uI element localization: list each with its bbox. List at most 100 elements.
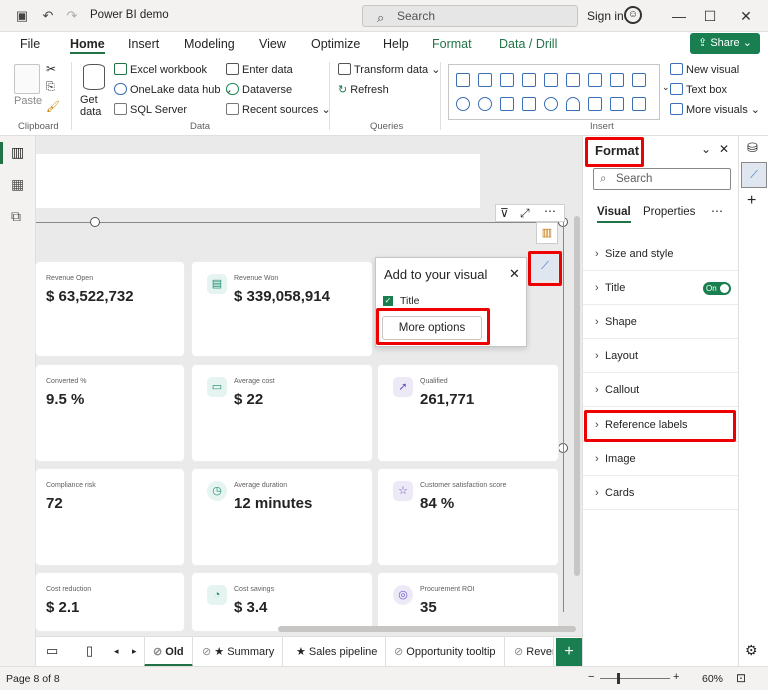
gallery-expand-icon[interactable]: ⌄: [662, 82, 670, 93]
redo-icon[interactable]: ↷: [64, 8, 80, 24]
sign-in-link[interactable]: Sign in: [587, 9, 624, 23]
refresh-button[interactable]: ↻ Refresh: [338, 83, 389, 97]
data-pane-icon[interactable]: ⛁: [747, 140, 758, 156]
section-title[interactable]: › Title On: [583, 271, 739, 305]
tab-visual[interactable]: Visual: [597, 206, 631, 223]
text-box-button[interactable]: Text box: [670, 83, 727, 97]
build-visual-icon[interactable]: ▥: [536, 222, 558, 244]
title-checkbox[interactable]: ✓: [383, 296, 393, 306]
collapse-icon[interactable]: ⌄: [701, 142, 711, 156]
kpi-card[interactable]: ➚ Qualified 261,771: [378, 365, 558, 461]
stacked-100-icon[interactable]: [544, 73, 558, 87]
focus-mode-icon[interactable]: ⤢: [520, 206, 530, 221]
column-chart-icon[interactable]: [478, 73, 492, 87]
section-image[interactable]: › Image: [583, 442, 739, 476]
kpi-card[interactable]: ◷ Average duration 12 minutes: [192, 469, 372, 565]
prev-page-icon[interactable]: ◂: [114, 646, 119, 657]
tab-optimize[interactable]: Optimize: [311, 36, 360, 54]
maximize-icon[interactable]: ☐: [700, 6, 720, 26]
excel-workbook-button[interactable]: Excel workbook: [114, 63, 207, 77]
table-view-icon[interactable]: ▦: [11, 176, 24, 193]
title-toggle[interactable]: On: [703, 282, 731, 295]
database-icon[interactable]: [83, 64, 105, 90]
add-page-button[interactable]: +: [556, 638, 582, 666]
ribbon-chart-icon[interactable]: [610, 73, 624, 87]
multirow-card-icon[interactable]: [610, 97, 624, 111]
tab-help[interactable]: Help: [383, 36, 409, 54]
resize-handle[interactable]: [90, 217, 100, 227]
build-format-pane-icon[interactable]: ⟋: [741, 162, 767, 188]
kpi-card[interactable]: ▭ Average cost $ 22: [192, 365, 372, 461]
more-options-icon[interactable]: ⋯: [711, 204, 723, 218]
report-canvas[interactable]: ⊽ ⤢ ⋯ ▥ ⟋ Revenue Open $ 63,522,732 ▤ Reve…: [36, 136, 582, 636]
tab-file[interactable]: File: [20, 36, 40, 54]
add-pane-icon[interactable]: +: [747, 192, 756, 210]
search-input[interactable]: ⌕ Search: [362, 5, 578, 27]
section-layout[interactable]: › Layout: [583, 339, 739, 373]
save-icon[interactable]: ▣: [14, 8, 30, 24]
zoom-slider[interactable]: [600, 678, 670, 679]
dataverse-button[interactable]: Dataverse: [226, 83, 292, 97]
tab-modeling[interactable]: Modeling: [184, 36, 235, 54]
paste-icon[interactable]: [14, 64, 40, 94]
tab-properties[interactable]: Properties: [643, 206, 695, 218]
pane-search-input[interactable]: ⌕ Search: [593, 168, 731, 190]
get-data-button[interactable]: Get data: [80, 94, 110, 118]
undo-icon[interactable]: ↶: [40, 8, 56, 24]
horizontal-scrollbar[interactable]: [278, 626, 576, 632]
kpi-card[interactable]: Revenue Open $ 63,522,732: [36, 262, 184, 356]
section-shape[interactable]: › Shape: [583, 305, 739, 339]
page-tab[interactable]: ⊘ ★ Summary: [194, 637, 284, 667]
paste-button[interactable]: Paste: [14, 94, 42, 108]
page-tab[interactable]: ⊘ Rever: [506, 637, 554, 667]
report-view-icon[interactable]: ▥: [11, 144, 24, 161]
copy-icon[interactable]: ⎘: [46, 81, 55, 94]
kpi-card[interactable]: ☆ Customer satisfaction score 84 %: [378, 469, 558, 565]
kpi-card[interactable]: Converted % 9.5 %: [36, 365, 184, 461]
onelake-button[interactable]: OneLake data hub ⌄: [114, 83, 233, 97]
pie-chart-icon[interactable]: [456, 97, 470, 111]
fit-to-page-icon[interactable]: ⊡: [736, 671, 746, 685]
transform-data-button[interactable]: Transform data ⌄: [338, 63, 440, 77]
minimize-icon[interactable]: —: [669, 6, 689, 26]
tab-data-drill[interactable]: Data / Drill: [499, 36, 557, 54]
page-tab[interactable]: ⊘ Opportunity tooltip: [386, 637, 505, 667]
kpi-card[interactable]: Cost reduction $ 2.1: [36, 573, 184, 631]
settings-icon[interactable]: ⚙: [745, 642, 758, 659]
more-visuals-button[interactable]: More visuals ⌄: [670, 103, 760, 117]
treemap-icon[interactable]: [500, 97, 514, 111]
more-options-icon[interactable]: ⋯: [544, 204, 556, 218]
kpi-card[interactable]: ◔ Cost savings $ 3.4: [192, 573, 372, 631]
line-chart-icon[interactable]: [566, 73, 580, 87]
tab-format[interactable]: Format: [432, 36, 472, 54]
format-painter-icon[interactable]: 🖌: [46, 100, 60, 113]
visuals-gallery[interactable]: [448, 64, 660, 120]
enter-data-button[interactable]: Enter data: [226, 63, 293, 77]
zoom-out-icon[interactable]: −: [588, 671, 594, 683]
section-cards[interactable]: › Cards: [583, 476, 739, 510]
section-callout[interactable]: › Callout: [583, 373, 739, 407]
avatar-icon[interactable]: ☺: [624, 6, 642, 24]
waterfall-icon[interactable]: [632, 73, 646, 87]
gauge-icon[interactable]: [566, 97, 580, 111]
kpi-card[interactable]: ▤ Revenue Won $ 339,058,914: [192, 262, 372, 356]
clustered-bar-icon[interactable]: [500, 73, 514, 87]
share-button[interactable]: ⇪ Share ⌄: [690, 33, 760, 54]
donut-chart-icon[interactable]: [478, 97, 492, 111]
section-size-and-style[interactable]: › Size and style: [583, 237, 739, 271]
new-visual-button[interactable]: New visual: [670, 63, 739, 77]
tab-insert[interactable]: Insert: [128, 36, 159, 54]
matrix-icon[interactable]: [632, 97, 646, 111]
zoom-slider-thumb[interactable]: [617, 673, 620, 684]
vertical-scrollbar[interactable]: [574, 216, 580, 576]
filter-icon[interactable]: ⊽: [500, 206, 509, 220]
next-page-icon[interactable]: ▸: [132, 646, 137, 657]
card-icon[interactable]: [588, 97, 602, 111]
sql-server-button[interactable]: SQL Server: [114, 103, 187, 117]
tab-view[interactable]: View: [259, 36, 286, 54]
area-chart-icon[interactable]: [588, 73, 602, 87]
close-icon[interactable]: ✕: [719, 142, 729, 156]
stacked-bar-icon[interactable]: [456, 73, 470, 87]
close-icon[interactable]: ✕: [509, 266, 520, 282]
zoom-in-icon[interactable]: +: [673, 671, 679, 683]
